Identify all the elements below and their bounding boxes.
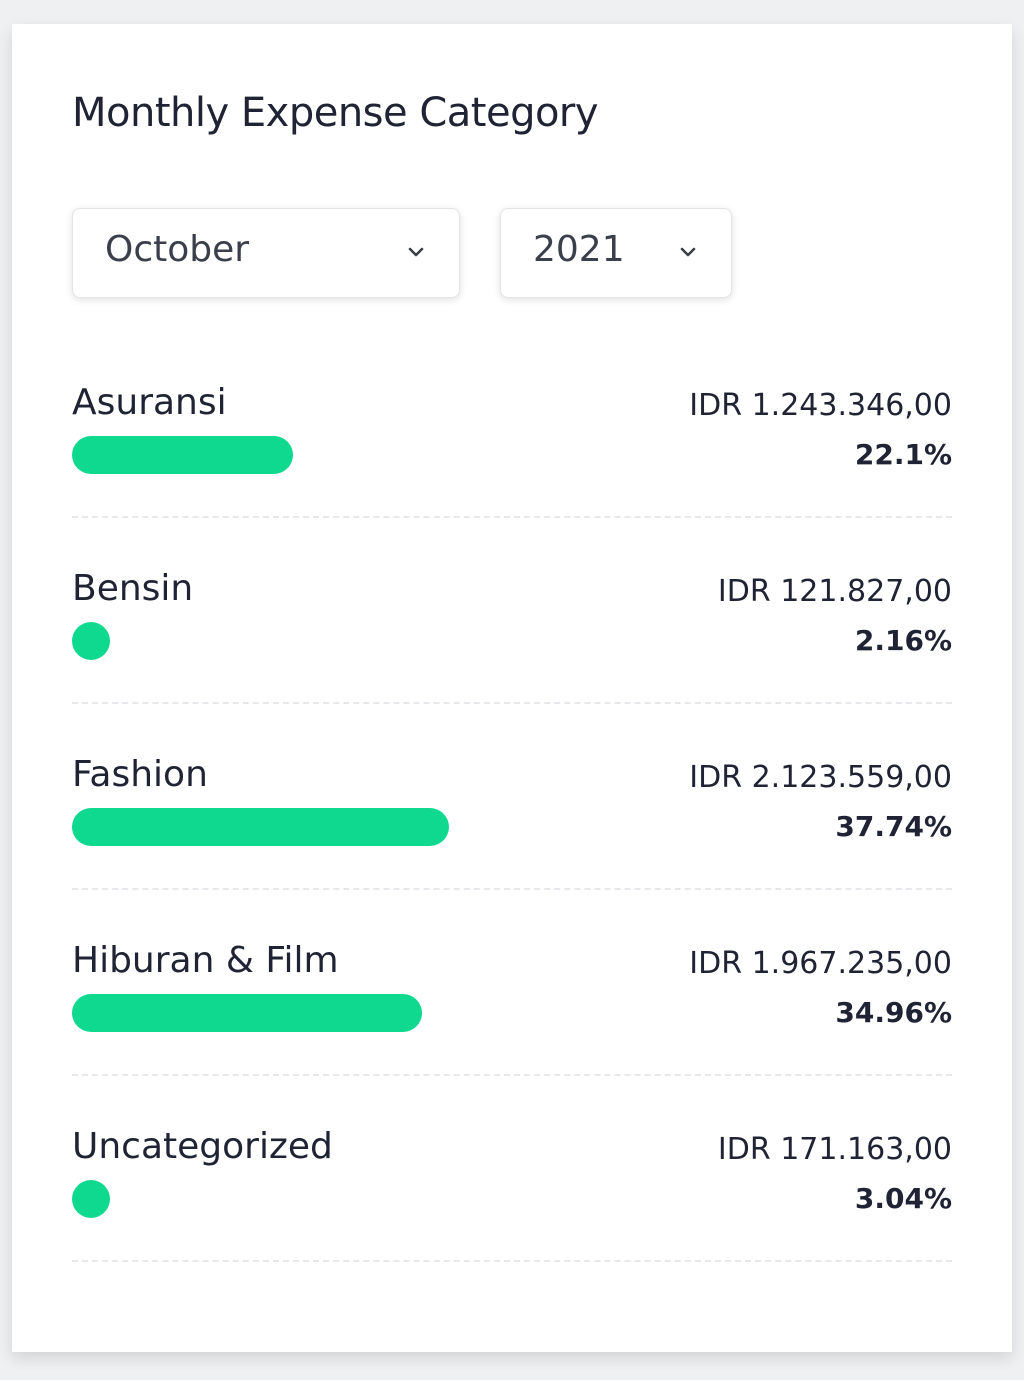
card-title: Monthly Expense Category <box>72 90 599 136</box>
category-row: Bensin IDR 121.827,00 2.16% <box>72 568 952 754</box>
progress-track <box>72 622 952 660</box>
category-name: Uncategorized <box>72 1126 333 1167</box>
category-amount: IDR 2.123.559,00 <box>689 760 952 795</box>
progress-bar <box>72 622 110 660</box>
year-select[interactable]: 2021 <box>500 208 732 298</box>
category-row: Uncategorized IDR 171.163,00 3.04% <box>72 1126 952 1312</box>
divider <box>72 888 952 890</box>
divider <box>72 516 952 518</box>
month-select-value: October <box>105 229 250 270</box>
chevron-down-icon <box>408 247 424 257</box>
progress-track <box>72 1180 952 1218</box>
category-list: Asuransi IDR 1.243.346,00 22.1% Bensin I… <box>72 382 952 1312</box>
category-name: Hiburan & Film <box>72 940 339 981</box>
category-amount: IDR 1.243.346,00 <box>689 388 952 423</box>
category-amount: IDR 1.967.235,00 <box>689 946 952 981</box>
progress-bar <box>72 1180 110 1218</box>
progress-track <box>72 808 952 846</box>
category-amount: IDR 121.827,00 <box>717 574 952 609</box>
divider <box>72 1260 952 1262</box>
progress-track <box>72 994 952 1032</box>
category-name: Fashion <box>72 754 208 795</box>
category-row: Hiburan & Film IDR 1.967.235,00 34.96% <box>72 940 952 1126</box>
category-row: Fashion IDR 2.123.559,00 37.74% <box>72 754 952 940</box>
progress-track <box>72 436 952 474</box>
category-row: Asuransi IDR 1.243.346,00 22.1% <box>72 382 952 568</box>
chevron-down-icon <box>680 247 696 257</box>
category-amount: IDR 171.163,00 <box>717 1132 952 1167</box>
year-select-value: 2021 <box>533 229 625 270</box>
progress-bar <box>72 808 450 846</box>
progress-bar <box>72 436 293 474</box>
divider <box>72 1074 952 1076</box>
category-name: Bensin <box>72 568 194 609</box>
expense-category-card: Monthly Expense Category October 2021 As… <box>12 24 1012 1352</box>
progress-bar <box>72 994 422 1032</box>
month-select[interactable]: October <box>72 208 460 298</box>
category-name: Asuransi <box>72 382 227 423</box>
divider <box>72 702 952 704</box>
